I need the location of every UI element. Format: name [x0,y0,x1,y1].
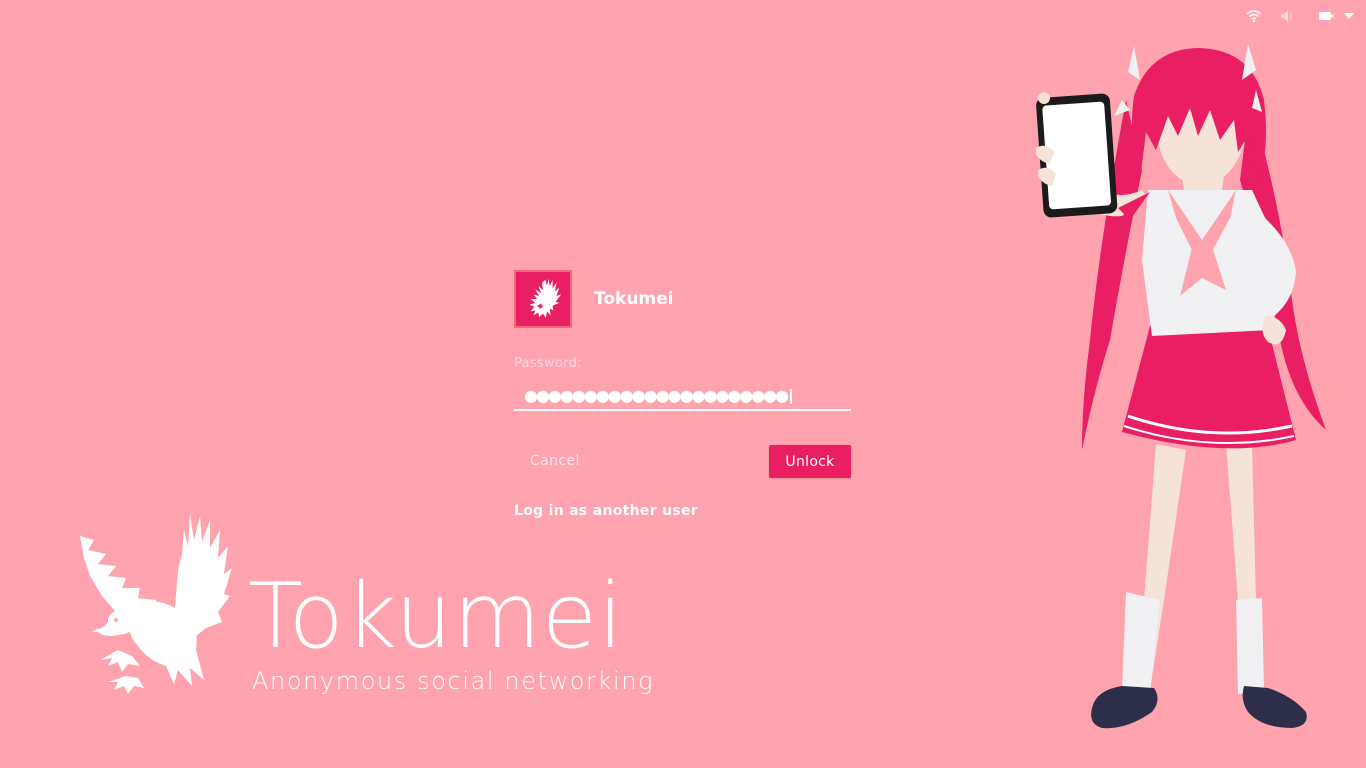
user-row: Tokumei [514,270,851,328]
log-in-as-another-user-link[interactable]: Log in as another user [514,503,851,519]
battery-icon[interactable] [1318,10,1334,22]
volume-icon[interactable] [1280,9,1296,23]
unlock-button[interactable]: Unlock [769,445,851,478]
character-illustration [1030,40,1340,744]
username: Tokumei [594,289,674,309]
cancel-button[interactable]: Cancel [514,445,596,477]
button-row: Cancel Unlock [514,445,851,479]
brand-tagline: Anonymous social networking [252,667,655,695]
eagle-icon [78,510,238,704]
password-field[interactable]: ●●●●●●●●●●●●●●●●●●●●●● [514,383,851,411]
lock-screen: Tokumei Password: ●●●●●●●●●●●●●●●●●●●●●●… [0,0,1366,768]
text-caret [790,388,792,404]
menu-arrow-icon[interactable] [1344,12,1354,20]
wifi-icon[interactable] [1246,9,1262,23]
password-label: Password: [514,356,582,371]
brand-name: Tokumei [248,564,625,669]
user-avatar [514,270,572,328]
top-bar-indicators [1246,6,1354,26]
password-masked-value: ●●●●●●●●●●●●●●●●●●●●●● [524,386,789,405]
eagle-icon [529,278,562,319]
unlock-dialog: Tokumei Password: ●●●●●●●●●●●●●●●●●●●●●●… [514,270,851,519]
